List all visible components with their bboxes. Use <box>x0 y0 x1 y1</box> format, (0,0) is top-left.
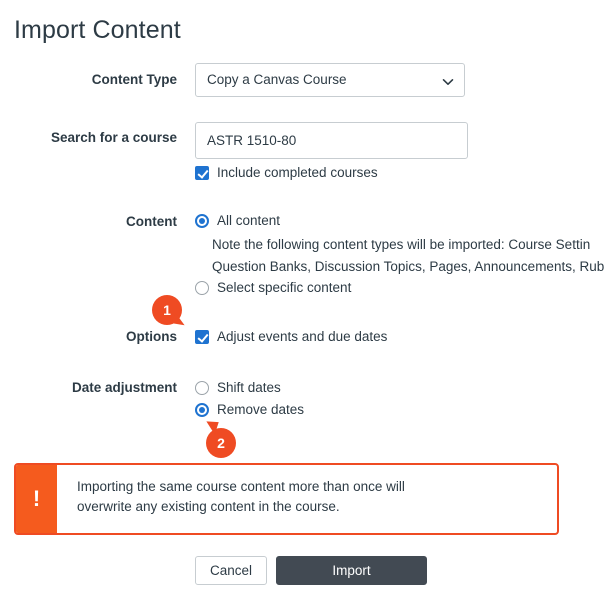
remove-dates-label: Remove dates <box>217 402 304 417</box>
remove-dates-row[interactable]: Remove dates <box>195 402 304 417</box>
content-note-line-1: Note the following content types will be… <box>212 234 605 256</box>
callout-badge-2: 2 <box>206 428 236 458</box>
callout-badge-1: 1 <box>152 295 182 325</box>
warning-alert-text: Importing the same course content more t… <box>57 465 557 533</box>
content-type-label: Content Type <box>15 72 177 87</box>
search-course-input[interactable] <box>195 122 468 159</box>
date-adjustment-label: Date adjustment <box>15 380 177 395</box>
adjust-events-due-dates-checkbox[interactable] <box>195 330 209 344</box>
warning-alert: ! Importing the same course content more… <box>14 463 559 535</box>
content-specific-label: Select specific content <box>217 280 351 295</box>
content-type-selected-value: Copy a Canvas Course <box>207 72 347 87</box>
content-type-select[interactable]: Copy a Canvas Course <box>195 63 465 97</box>
content-specific-radio[interactable] <box>195 281 209 295</box>
include-completed-courses-row[interactable]: Include completed courses <box>195 165 378 180</box>
content-specific-row[interactable]: Select specific content <box>195 280 351 295</box>
form-actions: Cancel Import <box>195 556 427 585</box>
content-label: Content <box>15 214 177 229</box>
remove-dates-radio[interactable] <box>195 403 209 417</box>
warning-alert-line-1: Importing the same course content more t… <box>77 477 543 497</box>
include-completed-courses-label: Include completed courses <box>217 165 378 180</box>
cancel-button[interactable]: Cancel <box>195 556 267 585</box>
adjust-dates-row[interactable]: Adjust events and due dates <box>195 329 387 344</box>
content-note-line-2: Question Banks, Discussion Topics, Pages… <box>212 256 605 278</box>
content-all-label: All content <box>217 213 280 228</box>
options-label: Options <box>15 329 177 344</box>
callout-badge-2-number: 2 <box>217 435 225 451</box>
content-note: Note the following content types will be… <box>212 234 605 278</box>
shift-dates-label: Shift dates <box>217 380 281 395</box>
search-course-label: Search for a course <box>15 130 177 145</box>
content-all-radio[interactable] <box>195 214 209 228</box>
shift-dates-radio[interactable] <box>195 381 209 395</box>
import-content-page: Import Content Content Type Copy a Canva… <box>0 0 605 592</box>
warning-exclamation-icon: ! <box>16 465 57 533</box>
include-completed-courses-checkbox[interactable] <box>195 166 209 180</box>
chevron-down-icon <box>442 75 454 87</box>
callout-badge-1-number: 1 <box>163 302 171 318</box>
shift-dates-row[interactable]: Shift dates <box>195 380 281 395</box>
content-all-row[interactable]: All content <box>195 213 280 228</box>
adjust-events-due-dates-label: Adjust events and due dates <box>217 329 387 344</box>
warning-alert-line-2: overwrite any existing content in the co… <box>77 497 543 517</box>
import-button[interactable]: Import <box>276 556 427 585</box>
page-title: Import Content <box>14 16 181 45</box>
